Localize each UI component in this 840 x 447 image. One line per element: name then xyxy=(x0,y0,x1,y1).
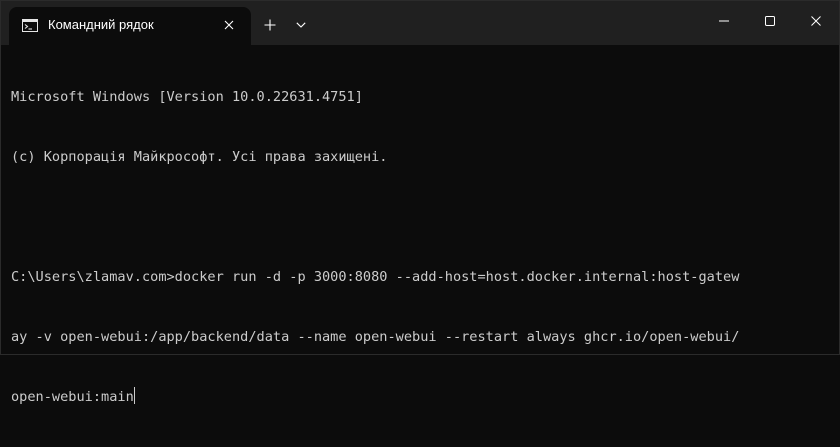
title-bar[interactable]: Командний рядок xyxy=(1,1,839,45)
minimize-button[interactable] xyxy=(701,1,747,41)
cmd-icon xyxy=(22,19,38,32)
terminal-line: (c) Корпорація Майкрософт. Усі права зах… xyxy=(11,149,388,165)
minimize-icon xyxy=(719,20,729,22)
close-icon xyxy=(811,16,821,26)
close-icon xyxy=(224,20,234,30)
terminal-line: ay -v open-webui:/app/backend/data --nam… xyxy=(11,329,740,345)
terminal-window: Командний рядок Microsoft Windows [Versi… xyxy=(0,0,840,405)
maximize-button[interactable] xyxy=(747,1,793,41)
terminal-input-line[interactable]: open-webui:main xyxy=(11,387,829,407)
text-cursor xyxy=(133,387,135,404)
terminal-line: C:\Users\zlamav.com>docker run -d -p 300… xyxy=(11,269,740,285)
terminal-output[interactable]: Microsoft Windows [Version 10.0.22631.47… xyxy=(11,47,829,405)
tab-title: Командний рядок xyxy=(48,17,154,32)
terminal-line: Microsoft Windows [Version 10.0.22631.47… xyxy=(11,89,363,105)
tab-command-prompt[interactable]: Командний рядок xyxy=(9,7,251,45)
tab-close-button[interactable] xyxy=(219,15,239,35)
tab-dropdown-button[interactable] xyxy=(291,14,311,36)
plus-icon xyxy=(264,19,276,31)
terminal-line: open-webui:main xyxy=(11,389,134,405)
close-button[interactable] xyxy=(793,1,839,41)
chevron-down-icon xyxy=(296,22,306,28)
new-tab-button[interactable] xyxy=(259,14,281,36)
maximize-icon xyxy=(765,16,775,26)
